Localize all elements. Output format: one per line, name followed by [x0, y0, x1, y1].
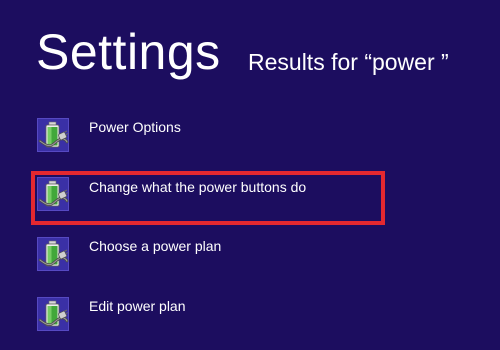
- search-results-list: Power Options Change what the power butt…: [0, 0, 500, 350]
- result-label: Choose a power plan: [89, 238, 222, 254]
- power-battery-icon: [37, 297, 69, 331]
- result-change-power-buttons[interactable]: Change what the power buttons do: [31, 171, 385, 225]
- result-power-options[interactable]: Power Options: [32, 112, 382, 160]
- result-label: Change what the power buttons do: [89, 179, 307, 195]
- power-battery-icon: [37, 118, 69, 152]
- result-label: Edit power plan: [89, 298, 186, 314]
- result-label: Power Options: [89, 119, 181, 135]
- power-battery-icon: [37, 237, 69, 271]
- power-battery-icon: [37, 177, 69, 211]
- result-choose-power-plan[interactable]: Choose a power plan: [32, 231, 382, 279]
- result-edit-power-plan[interactable]: Edit power plan: [32, 291, 382, 339]
